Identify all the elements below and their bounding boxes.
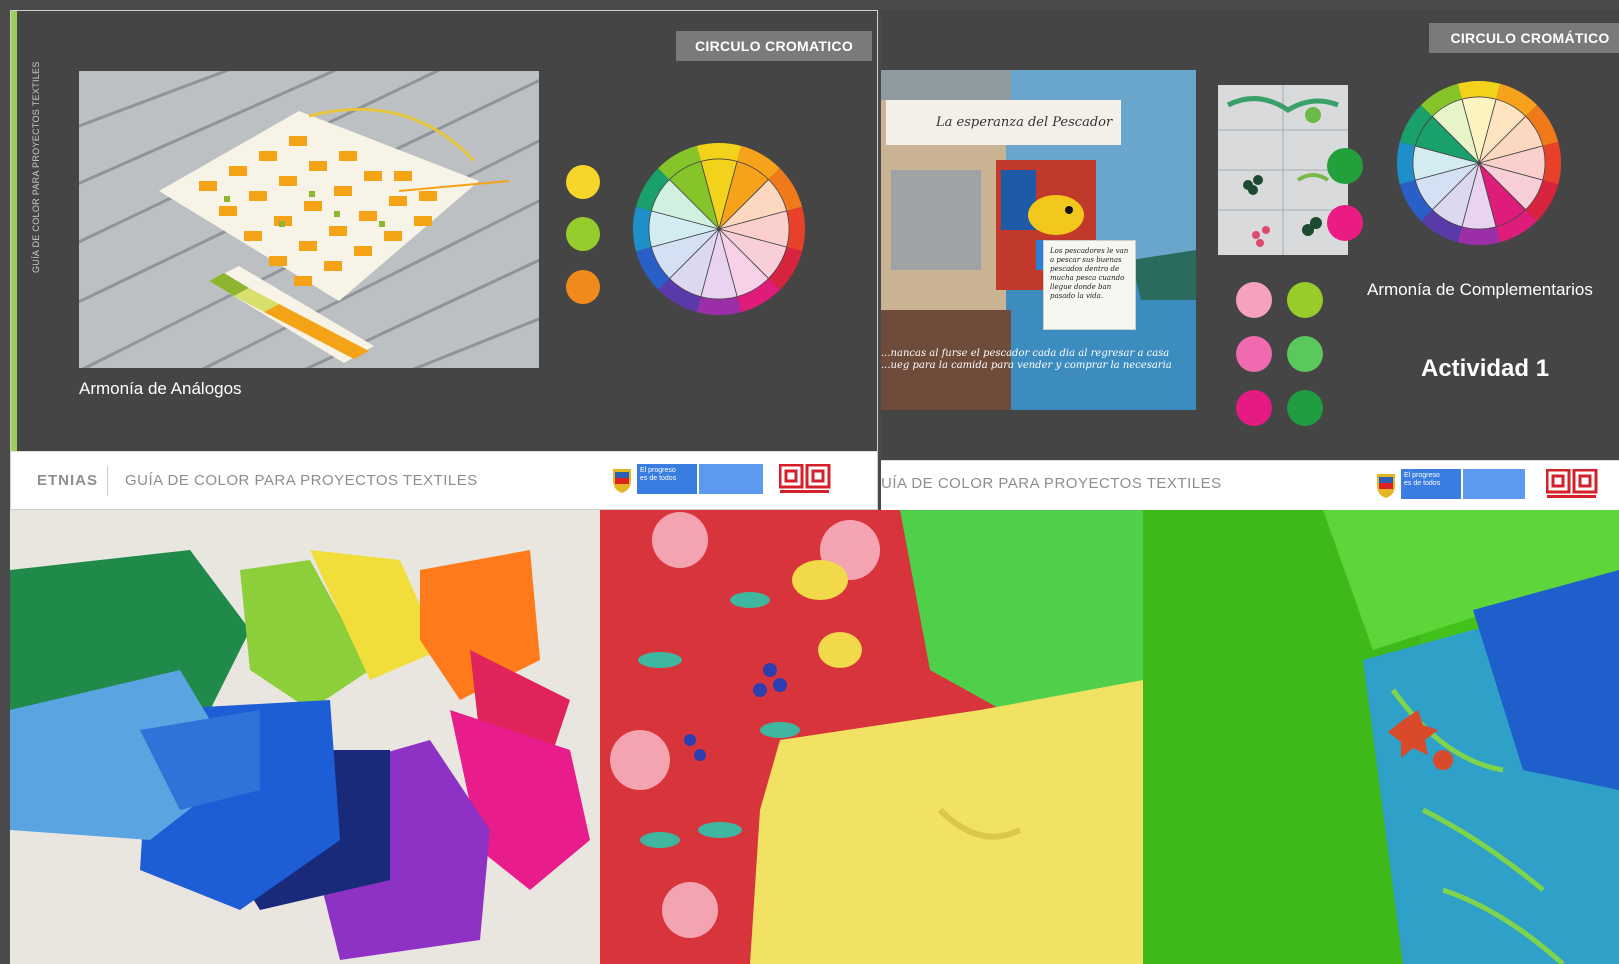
poster-caption: ...nancas al furse el pescador cada dia … xyxy=(881,348,1172,371)
poster-title-banner: La esperanza del Pescador xyxy=(886,100,1121,145)
fabric-color-wheel-illustration xyxy=(10,510,600,964)
swatch-orange xyxy=(566,270,600,304)
swatch-yellow xyxy=(566,165,600,199)
accent-line xyxy=(11,11,17,451)
fabric-color-wheel-photo xyxy=(10,510,600,964)
poster-title: La esperanza del Pescador xyxy=(936,115,1113,130)
artesanias-logo-icon xyxy=(778,463,831,494)
swatch-deep-pink xyxy=(1236,390,1272,426)
floral-fabric-photo xyxy=(600,510,1143,964)
footer-guide-title: GUÍA DE COLOR PARA PROYECTOS TEXTILES xyxy=(125,472,478,489)
swatch-mid-green xyxy=(1287,336,1323,372)
swatch-light-pink xyxy=(1236,282,1272,318)
complementary-caption: Armonía de Complementarios xyxy=(1367,280,1593,299)
color-wheel-analogous xyxy=(633,143,805,315)
floral-fabric-illustration xyxy=(600,510,1143,964)
swatch-yellow-green-2 xyxy=(1287,282,1323,318)
activity-title: Actividad 1 xyxy=(1421,355,1550,382)
swatch-magenta xyxy=(1327,205,1363,241)
gov-line2: es de todos xyxy=(640,475,677,482)
swatch-yellow-green xyxy=(566,217,600,251)
colombia-shield-icon xyxy=(611,466,633,494)
gov-logo-box-2: El progreso es de todos xyxy=(1401,469,1461,499)
side-label: GUÍA DE COLOR PARA PROYECTOS TEXTILES xyxy=(31,61,41,273)
swatch-dark-green xyxy=(1287,390,1323,426)
slide-complementary-harmony: CIRCULO CROMÁTICO La esperanza del Pesca… xyxy=(881,10,1619,510)
footer-guide-title-2: UÍA DE COLOR PARA PROYECTOS TEXTILES xyxy=(881,475,1222,492)
ministry-logo-box xyxy=(699,464,763,494)
pescador-poster: La esperanza del Pescador Los pescadores… xyxy=(881,70,1196,410)
weaving-photo-illustration xyxy=(79,71,539,368)
footer-separator xyxy=(107,466,108,496)
green-fabric-photo xyxy=(1143,510,1619,964)
circulo-cromatico-badge: CIRCULO CROMATICO xyxy=(676,31,872,61)
color-wheel-complementary xyxy=(1397,81,1561,245)
slide2-footer: UÍA DE COLOR PARA PROYECTOS TEXTILES El … xyxy=(881,460,1619,510)
colombia-shield-icon-2 xyxy=(1375,471,1397,499)
ministry-logo-box-2 xyxy=(1463,469,1525,499)
weaving-photo xyxy=(79,71,539,368)
artesanias-logo-icon-2 xyxy=(1545,468,1598,499)
swatch-pink xyxy=(1236,336,1272,372)
footer-etnias: ETNIAS xyxy=(37,472,99,489)
collage: { "slide1": { "side_label": "GUÍA DE COL… xyxy=(0,0,1619,964)
gov-line1-2: El progreso xyxy=(1404,472,1440,479)
swatch-green xyxy=(1327,148,1363,184)
green-fabric-illustration xyxy=(1143,510,1619,964)
analogous-caption: Armonía de Análogos xyxy=(79,379,242,398)
slide1-footer: ETNIAS GUÍA DE COLOR PARA PROYECTOS TEXT… xyxy=(11,451,877,509)
poster-handwritten-note: Los pescadores le van a pescar sus buena… xyxy=(1043,240,1136,330)
circulo-cromatico-badge-2: CIRCULO CROMÁTICO xyxy=(1429,23,1619,53)
gov-line2-2: es de todos xyxy=(1404,480,1441,487)
slide-analogous-harmony: GUÍA DE COLOR PARA PROYECTOS TEXTILES CI… xyxy=(10,10,878,510)
gov-logo-box: El progreso es de todos xyxy=(637,464,697,494)
gov-line1: El progreso xyxy=(640,467,676,474)
